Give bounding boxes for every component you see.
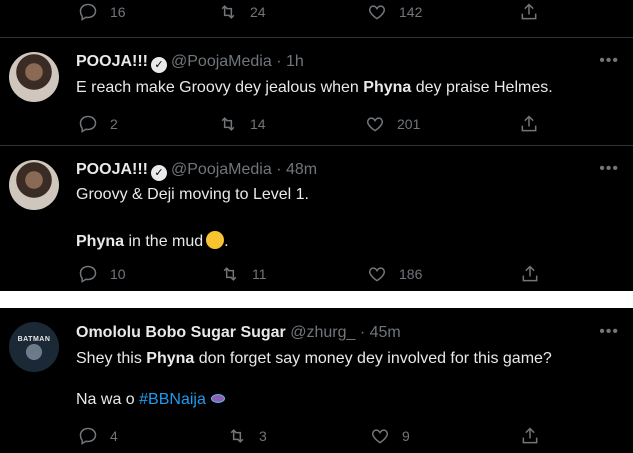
author-name[interactable]: POOJA!!!: [76, 161, 148, 178]
share-icon: [522, 427, 538, 444]
retweet-count: 11: [252, 266, 267, 282]
like-icon: [366, 117, 384, 132]
timeline-screenshot-top: 16 24 142 POOJA!!! ✓ @PoojaMedia · 1h ••• …: [0, 0, 633, 291]
eye-emoji-icon: [210, 394, 225, 403]
verified-icon: ✓: [151, 165, 167, 181]
like-icon: [368, 267, 386, 282]
retweet-count: 3: [259, 428, 267, 444]
like-icon: [371, 429, 389, 444]
tweet-text-line2: Phyna in the mud.: [76, 231, 229, 251]
retweet-button[interactable]: 3: [227, 424, 267, 448]
text-bold: Phyna: [363, 79, 412, 96]
like-button[interactable]: 186: [367, 262, 422, 286]
retweet-button[interactable]: 11: [220, 262, 267, 286]
tweet[interactable]: POOJA!!! ✓ @PoojaMedia · 1h ••• E reach ma…: [0, 37, 633, 145]
text-segment: E reach make Groovy dey jealous when: [76, 79, 364, 96]
retweet-icon: [221, 5, 235, 19]
reply-button[interactable]: 16: [78, 0, 126, 24]
author-handle[interactable]: @PoojaMedia: [171, 53, 272, 70]
more-icon[interactable]: •••: [599, 52, 619, 70]
share-button[interactable]: [520, 424, 552, 448]
tweet-actions: 4 3 9: [0, 424, 633, 448]
reply-button[interactable]: 10: [78, 262, 126, 286]
tweet-actions: 2 14 201: [0, 112, 633, 136]
share-button[interactable]: [519, 112, 551, 136]
text-segment: dey praise Helmes.: [411, 79, 553, 96]
text-segment: don forget say money dey involved for th…: [194, 350, 552, 367]
tweet-header: POOJA!!! ✓ @PoojaMedia · 48m: [76, 161, 317, 181]
like-icon: [368, 5, 386, 20]
retweet-button[interactable]: 24: [218, 0, 266, 24]
tweet-time[interactable]: · 48m: [276, 161, 317, 178]
like-count: 201: [397, 116, 421, 132]
text-segment: Shey this: [76, 350, 147, 367]
tweet-actions: 10 11 186: [0, 262, 633, 286]
share-icon: [522, 265, 538, 282]
author-name[interactable]: Omololu Bobo Sugar Sugar: [76, 324, 286, 341]
reply-icon: [79, 427, 97, 445]
tweet[interactable]: BATMAN Omololu Bobo Sugar Sugar @zhurg_ …: [0, 308, 633, 453]
tweet-text-line1: Groovy & Deji moving to Level 1.: [76, 186, 309, 203]
reply-button[interactable]: 4: [78, 424, 118, 448]
laughing-emoji-icon: [206, 231, 225, 249]
reply-count: 10: [110, 266, 126, 282]
like-count: 186: [399, 266, 423, 282]
text-bold: Phyna: [76, 233, 125, 250]
verified-icon: ✓: [151, 57, 167, 73]
like-button[interactable]: 201: [365, 112, 420, 136]
tweet-time[interactable]: · 45m: [360, 324, 401, 341]
tweet-header: Omololu Bobo Sugar Sugar @zhurg_ · 45m: [76, 324, 401, 342]
like-button[interactable]: 9: [370, 424, 410, 448]
tweet[interactable]: POOJA!!! ✓ @PoojaMedia · 48m ••• Groovy & …: [0, 145, 633, 291]
tweet-text-line2: Na wa o #BBNaija: [76, 391, 225, 409]
like-count: 9: [402, 428, 410, 444]
author-handle[interactable]: @PoojaMedia: [171, 161, 272, 178]
reply-icon: [79, 265, 97, 283]
tweet-text-line1: Shey this Phyna don forget say money dey…: [76, 350, 552, 368]
retweet-icon: [223, 267, 237, 281]
text-segment: in the mud: [124, 233, 204, 250]
avatar[interactable]: BATMAN: [9, 322, 59, 372]
tweet-text: E reach make Groovy dey jealous when Phy…: [76, 79, 553, 97]
retweet-icon: [230, 429, 244, 443]
more-icon[interactable]: •••: [599, 323, 619, 341]
reply-icon: [79, 3, 97, 21]
share-icon: [521, 3, 537, 20]
text-bold: Phyna: [146, 350, 195, 367]
share-button[interactable]: [520, 262, 552, 286]
reply-count: 2: [110, 116, 118, 132]
reply-button[interactable]: 2: [78, 112, 118, 136]
share-icon: [521, 115, 537, 132]
avatar-logo-text: BATMAN: [17, 336, 51, 343]
hashtag-link[interactable]: #BBNaija: [139, 391, 206, 408]
retweet-button[interactable]: 14: [218, 112, 266, 136]
more-icon[interactable]: •••: [599, 160, 619, 178]
retweet-count: 14: [250, 116, 266, 132]
tweet-time[interactable]: · 1h: [276, 53, 304, 70]
retweet-count: 24: [250, 4, 266, 20]
avatar[interactable]: [9, 52, 59, 102]
tweet-actions: 16 24 142: [0, 0, 633, 24]
reply-count: 4: [110, 428, 118, 444]
avatar[interactable]: [9, 160, 59, 210]
author-handle[interactable]: @zhurg_: [290, 324, 355, 341]
author-name[interactable]: POOJA!!!: [76, 53, 148, 70]
reply-icon: [79, 115, 97, 133]
like-count: 142: [399, 4, 423, 20]
reply-count: 16: [110, 4, 126, 20]
tweet-header: POOJA!!! ✓ @PoojaMedia · 1h: [76, 53, 304, 73]
retweet-icon: [221, 117, 235, 131]
like-button[interactable]: 142: [367, 0, 422, 24]
text-segment: Na wa o: [76, 391, 140, 408]
share-button[interactable]: [519, 0, 551, 24]
timeline-screenshot-bottom: BATMAN Omololu Bobo Sugar Sugar @zhurg_ …: [0, 308, 633, 453]
text-segment: .: [224, 233, 229, 250]
